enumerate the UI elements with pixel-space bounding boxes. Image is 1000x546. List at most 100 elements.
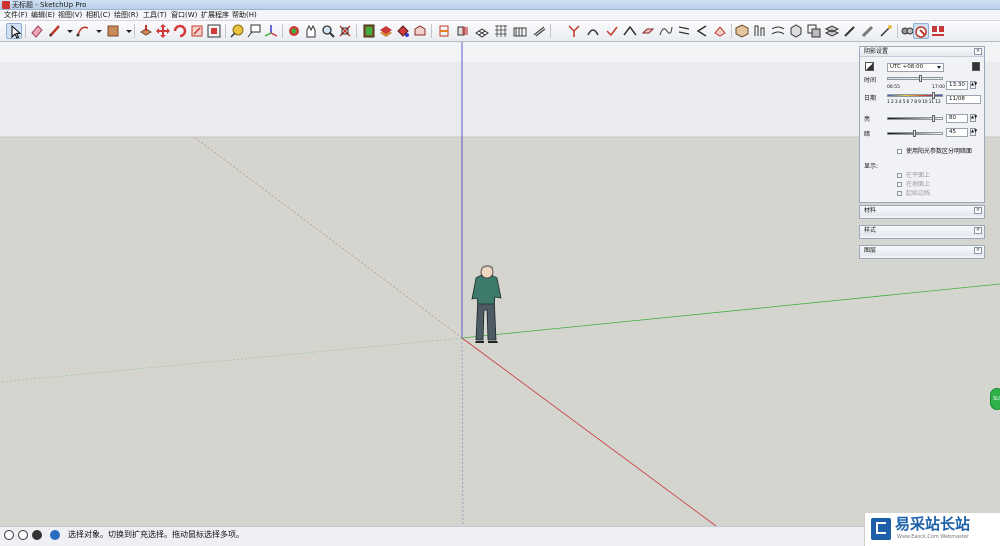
light-label: 亮 — [864, 116, 871, 123]
tool-e[interactable] — [531, 23, 547, 39]
dark-input[interactable]: 45 — [946, 128, 968, 137]
pencil-dropdown[interactable] — [62, 23, 73, 39]
tool-u[interactable] — [842, 23, 858, 39]
light-slider[interactable] — [887, 115, 943, 122]
zoom-extents-tool[interactable] — [337, 23, 353, 39]
eraser-tool[interactable] — [29, 23, 45, 39]
components-tool[interactable] — [361, 23, 377, 39]
materials-tool[interactable] — [378, 23, 394, 39]
panel-close-icon[interactable]: × — [974, 48, 982, 55]
styles-panel[interactable]: 样式 × — [859, 225, 985, 239]
tool-b[interactable] — [474, 23, 490, 39]
menu-extensions[interactable]: 扩展程序 — [201, 11, 229, 20]
tool-c[interactable] — [493, 23, 509, 39]
tool-p[interactable] — [752, 23, 768, 39]
shadow-panel-header[interactable]: 阴影设置 × — [860, 47, 984, 57]
pan-tool[interactable] — [303, 23, 319, 39]
rectangle-tool[interactable] — [105, 23, 121, 39]
tool-v[interactable] — [860, 23, 876, 39]
tool-s[interactable] — [806, 23, 822, 39]
on-faces-checkbox[interactable] — [897, 173, 902, 178]
light-slider-thumb[interactable] — [932, 115, 935, 122]
shadows-toggle[interactable] — [913, 23, 929, 39]
time-slider[interactable] — [887, 75, 943, 82]
scale-tool[interactable] — [189, 23, 205, 39]
menu-draw[interactable]: 绘图(R) — [114, 11, 138, 20]
tool-k[interactable] — [658, 23, 674, 39]
geolocation-icon[interactable] — [4, 530, 14, 540]
tape-measure-tool[interactable] — [229, 23, 245, 39]
help-icon[interactable] — [50, 530, 60, 540]
arc-tool[interactable] — [75, 23, 91, 39]
tool-r[interactable] — [788, 23, 804, 39]
menu-view[interactable]: 视图(V) — [58, 11, 82, 20]
tool-w[interactable] — [878, 23, 894, 39]
cube-icon — [790, 24, 802, 38]
side-extension-tab[interactable]: SU — [990, 388, 1000, 410]
orbit-tool[interactable] — [286, 23, 302, 39]
shadow-details-icon[interactable] — [972, 62, 980, 71]
text-tool[interactable] — [246, 23, 262, 39]
zoom-extents-icon — [339, 25, 351, 37]
menu-edit[interactable]: 编辑(E) — [31, 11, 55, 20]
user-icon[interactable] — [32, 530, 42, 540]
dark-slider[interactable] — [887, 130, 943, 137]
panel-close-icon[interactable]: × — [974, 227, 982, 234]
axes-tool[interactable] — [263, 23, 279, 39]
menu-camera[interactable]: 相机(C) — [86, 11, 110, 20]
warehouse-tool[interactable] — [412, 23, 428, 39]
tool-j[interactable] — [640, 23, 656, 39]
sun-shading-checkbox[interactable] — [897, 149, 902, 154]
rectangle-dropdown[interactable] — [121, 23, 132, 39]
time-slider-thumb[interactable] — [919, 75, 922, 82]
layers-panel[interactable]: 图层 × — [859, 245, 985, 259]
arc-dropdown[interactable] — [91, 23, 102, 39]
zoom-tool[interactable] — [320, 23, 336, 39]
tool-a[interactable] — [455, 23, 471, 39]
date-select[interactable]: 11/08 — [946, 95, 981, 104]
select-tool[interactable] — [6, 23, 22, 39]
push-pull-tool[interactable] — [138, 23, 154, 39]
light-input[interactable]: 80 — [946, 114, 968, 123]
paint-tool[interactable] — [395, 23, 411, 39]
offset-tool[interactable] — [206, 23, 222, 39]
tool-o[interactable] — [734, 23, 750, 39]
flip-icon — [568, 25, 580, 37]
3d-viewport[interactable] — [0, 42, 1000, 526]
credits-icon[interactable] — [18, 530, 28, 540]
tool-g[interactable] — [585, 23, 601, 39]
panel-close-icon[interactable]: × — [974, 207, 982, 214]
timezone-select[interactable]: UTC +08:00 — [887, 63, 944, 72]
light-spinner[interactable]: ▲▼ — [970, 114, 977, 122]
tool-n[interactable] — [712, 23, 728, 39]
materials-panel[interactable]: 材料 × — [859, 205, 985, 219]
fog-toggle[interactable] — [930, 23, 946, 39]
rotate-tool[interactable] — [172, 23, 188, 39]
time-spinner[interactable]: ▲▼ — [970, 81, 977, 89]
menu-file[interactable]: 文件(F) — [4, 11, 28, 20]
panel-close-icon[interactable]: × — [974, 247, 982, 254]
tool-t[interactable] — [824, 23, 840, 39]
tool-h[interactable] — [604, 23, 620, 39]
tool-d[interactable] — [512, 23, 528, 39]
date-slider[interactable] — [887, 92, 943, 99]
tool-l[interactable] — [676, 23, 692, 39]
from-edges-checkbox[interactable] — [897, 191, 902, 196]
dark-spinner[interactable]: ▲▼ — [970, 128, 977, 136]
time-input[interactable]: 13:30 — [946, 81, 968, 90]
tool-m[interactable] — [694, 23, 710, 39]
layers-icon — [824, 25, 840, 37]
tool-q[interactable] — [770, 23, 786, 39]
menu-window[interactable]: 窗口(W) — [171, 11, 197, 20]
dark-slider-thumb[interactable] — [913, 130, 916, 137]
tool-i[interactable] — [622, 23, 638, 39]
section-tool[interactable] — [436, 23, 452, 39]
pencil-tool[interactable] — [47, 23, 63, 39]
date-slider-thumb[interactable] — [932, 92, 935, 99]
menu-help[interactable]: 帮助(H) — [232, 11, 257, 20]
on-ground-checkbox[interactable] — [897, 182, 902, 187]
menu-tools[interactable]: 工具(T) — [143, 11, 167, 20]
move-tool[interactable] — [155, 23, 171, 39]
tool-f[interactable] — [566, 23, 582, 39]
shadow-toggle-icon[interactable] — [865, 62, 874, 71]
